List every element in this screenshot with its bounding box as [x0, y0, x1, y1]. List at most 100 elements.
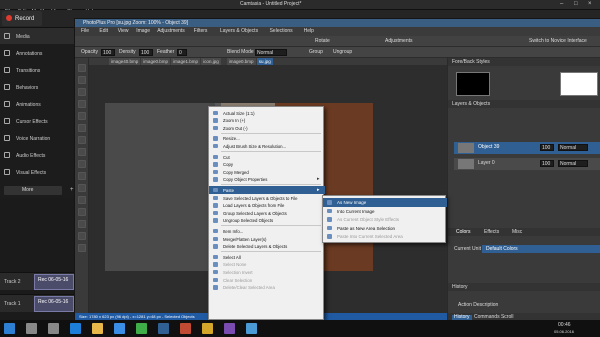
- menu-item-zoom-out[interactable]: Zoom Out (-): [209, 124, 325, 132]
- current-unit-select[interactable]: Default Colors: [482, 245, 600, 253]
- app-icon[interactable]: [246, 323, 257, 334]
- chrome-icon[interactable]: [202, 323, 213, 334]
- sidebar-item-behaviors[interactable]: Behaviors: [0, 79, 74, 95]
- layer-row[interactable]: Object 39 100 Normal: [454, 142, 600, 154]
- text-tool-icon[interactable]: [78, 196, 86, 204]
- sidebar-item-animations[interactable]: Animations: [0, 96, 74, 112]
- menu-item-copy-merged[interactable]: Copy Merged: [209, 168, 325, 176]
- tab-image0-bmp[interactable]: image0.bmp: [226, 58, 256, 65]
- media-icon[interactable]: [180, 323, 191, 334]
- ppp-menu-selections[interactable]: Selections: [270, 29, 293, 34]
- menu-item-zoom-in[interactable]: Zoom In (+): [209, 117, 325, 125]
- photoplus-icon[interactable]: [158, 323, 169, 334]
- tab-icon-jpg[interactable]: icon.jpg: [201, 58, 221, 65]
- edge-browser-icon[interactable]: [70, 323, 81, 334]
- menu-item-cut[interactable]: Cut: [209, 153, 325, 161]
- pen-tool-icon[interactable]: [78, 220, 86, 228]
- timeline-clip[interactable]: Rec 06-05-16: [34, 274, 74, 290]
- ppp-menu-adjustments[interactable]: Adjustments: [157, 29, 185, 34]
- app-icon[interactable]: [224, 323, 235, 334]
- menu-item-item-info[interactable]: Item Info...: [209, 227, 325, 235]
- sidebar-item-voice-narration[interactable]: Voice Narration: [0, 130, 74, 146]
- tab-image40-bmp[interactable]: image40.bmp: [109, 58, 141, 65]
- move-tool-icon[interactable]: [78, 64, 86, 72]
- sidebar-item-audio-effects[interactable]: Audio Effects: [0, 147, 74, 163]
- zoom-tool-icon[interactable]: [78, 232, 86, 240]
- menu-item-delete-selected-layers-objects[interactable]: Delete Selected Layers & Objects: [209, 243, 325, 251]
- menu-item-save-selected-layers-objects-to-file[interactable]: Save Selected Layers & Objects to File: [209, 194, 325, 202]
- file-explorer-icon[interactable]: [92, 323, 103, 334]
- minimize-icon[interactable]: –: [560, 1, 563, 7]
- ppp-menu-file[interactable]: File: [81, 29, 89, 34]
- submenu-item-into-current-image[interactable]: Into Current Image: [323, 207, 447, 216]
- ppp-menu-filters[interactable]: Filters: [194, 29, 208, 34]
- menu-item-copy[interactable]: Copy: [209, 161, 325, 169]
- menu-item-load-layers-objects-from-file[interactable]: Load Layers & Objects from File: [209, 202, 325, 210]
- crop-tool-icon[interactable]: [78, 112, 86, 120]
- submenu-arrow-icon: ▸: [317, 186, 320, 193]
- sidebar-item-media[interactable]: Media: [0, 28, 74, 44]
- opacity-field[interactable]: 100: [101, 49, 115, 56]
- submenu-item-as-new-image[interactable]: As New Image: [323, 198, 447, 207]
- more-button[interactable]: More +: [4, 186, 74, 195]
- shape-tool-icon[interactable]: [78, 208, 86, 216]
- tab-image1-bmp[interactable]: image1.bmp: [171, 58, 200, 65]
- feather-field[interactable]: 0: [177, 49, 187, 56]
- ppp-menu-view[interactable]: View: [118, 29, 129, 34]
- dodge-tool-icon[interactable]: [78, 184, 86, 192]
- add-icon[interactable]: +: [70, 187, 74, 193]
- hand-tool-icon[interactable]: [78, 244, 86, 252]
- switch-interface-button[interactable]: Switch to Novice Interface: [529, 39, 587, 44]
- clone-tool-icon[interactable]: [78, 136, 86, 144]
- maximize-icon[interactable]: □: [574, 1, 578, 7]
- ppp-menu-help[interactable]: Help: [304, 29, 314, 34]
- eraser-tool-icon[interactable]: [78, 148, 86, 156]
- fill-tool-icon[interactable]: [78, 160, 86, 168]
- record-button[interactable]: Record: [2, 11, 42, 26]
- density-field[interactable]: 100: [139, 49, 153, 56]
- ungroup-button[interactable]: Ungroup: [333, 50, 352, 55]
- tab-image0-bmp[interactable]: image0.bmp: [141, 58, 170, 65]
- task-view-icon[interactable]: [48, 323, 59, 334]
- tab-misc[interactable]: Misc: [512, 230, 522, 235]
- sidebar-item-visual-effects[interactable]: Visual Effects: [0, 164, 74, 180]
- timeline-clip[interactable]: Rec 06-05-16: [34, 296, 74, 312]
- menu-item-select-all[interactable]: Select All: [209, 253, 325, 261]
- gradient-tool-icon[interactable]: [78, 172, 86, 180]
- group-button[interactable]: Group: [309, 50, 323, 55]
- menu-item-copy-object-properties[interactable]: Copy Object Properties ▸: [209, 176, 325, 184]
- ppp-menu-edit[interactable]: Edit: [99, 29, 108, 34]
- camtasia-icon[interactable]: [136, 323, 147, 334]
- adjustments-button[interactable]: Adjustments: [385, 39, 413, 44]
- ppp-menu-layers-objects[interactable]: Layers & Objects: [220, 29, 258, 34]
- lasso-tool-icon[interactable]: [78, 88, 86, 96]
- search-icon[interactable]: [26, 323, 37, 334]
- selection-tool-icon[interactable]: [78, 76, 86, 84]
- background-swatch[interactable]: [560, 72, 598, 96]
- submenu-item-paste-as-new-area-selection[interactable]: Paste as New Area Selection: [323, 224, 447, 233]
- store-icon[interactable]: [114, 323, 125, 334]
- menu-item-adjust-brush-size-resolution[interactable]: Adjust Brush Size & Resolution...: [209, 142, 325, 150]
- sidebar-item-transitions[interactable]: Transitions: [0, 62, 74, 78]
- menu-item-group-selected-layers-objects[interactable]: Group Selected Layers & Objects: [209, 209, 325, 217]
- layer-row[interactable]: Layer 0 100 Normal: [454, 158, 600, 170]
- menu-item-paste[interactable]: Paste ▸: [209, 186, 325, 194]
- menu-item-ungroup-selected-objects[interactable]: Ungroup Selected Objects: [209, 217, 325, 225]
- tab-colors[interactable]: Colors: [456, 230, 470, 235]
- menu-item-resize[interactable]: Resize...: [209, 135, 325, 143]
- sidebar-item-annotations[interactable]: Annotations: [0, 45, 74, 61]
- menu-item-merge-flatten-layer-s[interactable]: Merge/Flatten Layer(s): [209, 235, 325, 243]
- foreground-swatch[interactable]: [456, 72, 490, 96]
- blend-mode-select[interactable]: Normal: [255, 49, 287, 56]
- menu-item-actual-size-1-1[interactable]: Actual Size (1:1): [209, 109, 325, 117]
- tab-effects[interactable]: Effects: [484, 230, 499, 235]
- magic-wand-icon[interactable]: [78, 100, 86, 108]
- ppp-menu-image[interactable]: Image: [136, 29, 150, 34]
- brush-tool-icon[interactable]: [78, 124, 86, 132]
- sidebar-item-cursor-effects[interactable]: Cursor Effects: [0, 113, 74, 129]
- rotate-button[interactable]: Rotate: [315, 39, 330, 44]
- clip-label: Rec 06-05-16: [38, 299, 69, 305]
- windows-start-icon[interactable]: [4, 323, 15, 334]
- tab-su-jpg[interactable]: su.jpg: [256, 58, 273, 65]
- close-icon[interactable]: ×: [588, 1, 592, 7]
